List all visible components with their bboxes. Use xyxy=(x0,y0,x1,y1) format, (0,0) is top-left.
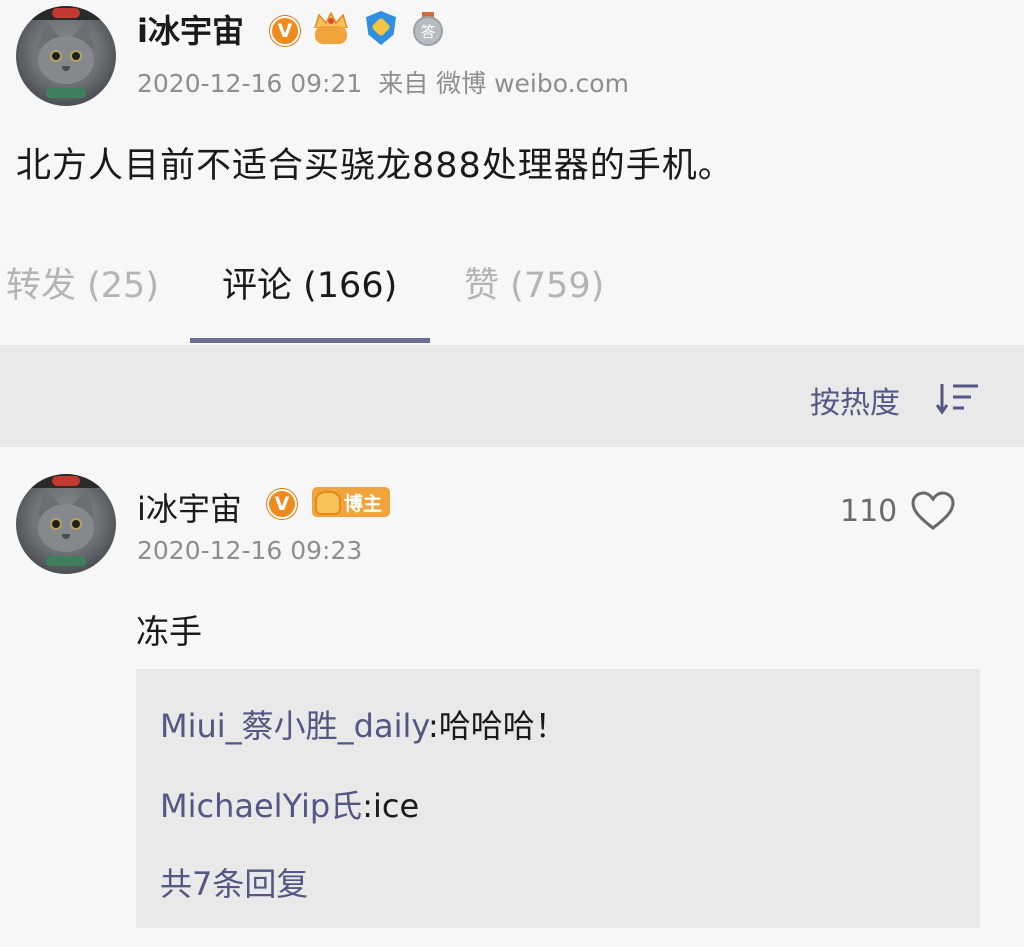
tab-comments[interactable]: 评论 (166) xyxy=(222,257,397,308)
weibo-post-page: i冰宇宙 V 答 2020-12-16 09:21 来自 微博 weibo.co… xyxy=(0,0,1024,947)
shield-badge-icon xyxy=(366,11,396,45)
blogger-tag-label: 博主 xyxy=(344,492,383,515)
sort-desc-icon[interactable] xyxy=(936,381,980,415)
comment-author-name[interactable]: i冰宇宙 xyxy=(137,484,242,530)
crown-icon xyxy=(312,487,342,517)
vip-crown-icon xyxy=(313,12,349,44)
post-author-avatar[interactable] xyxy=(16,6,116,106)
reply-preview-box[interactable]: Miui_蔡小胜_daily:哈哈哈！ MichaelYip氏:ice 共7条回… xyxy=(136,669,980,928)
post-time: 2020-12-16 09:21 xyxy=(137,69,363,98)
comment-text: 冻手 xyxy=(136,612,202,651)
comment-timestamp: 2020-12-16 09:23 xyxy=(137,536,363,565)
active-tab-indicator xyxy=(190,338,430,343)
sort-by-hot-button[interactable]: 按热度 xyxy=(810,378,900,422)
verified-icon: V xyxy=(267,489,297,519)
post-card: i冰宇宙 V 答 2020-12-16 09:21 来自 微博 weibo.co… xyxy=(0,0,1024,345)
post-source: 来自 微博 weibo.com xyxy=(378,69,629,98)
verified-icon: V xyxy=(270,16,300,46)
heart-icon[interactable] xyxy=(910,490,956,532)
reply-user[interactable]: Miui_蔡小胜_daily xyxy=(160,707,428,745)
tab-reposts[interactable]: 转发 (25) xyxy=(6,257,159,308)
view-all-replies-link[interactable]: 共7条回复 xyxy=(160,859,308,905)
reply-text: :哈哈哈！ xyxy=(428,707,567,745)
post-author-name[interactable]: i冰宇宙 xyxy=(137,6,244,52)
post-content: 北方人目前不适合买骁龙888处理器的手机。 xyxy=(16,146,734,186)
reply-user[interactable]: MichaelYip氏 xyxy=(160,787,362,825)
blogger-tag: 博主 xyxy=(312,487,391,517)
reply-item[interactable]: MichaelYip氏:ice xyxy=(160,781,419,827)
reply-text: :ice xyxy=(362,787,420,825)
post-timestamp: 2020-12-16 09:21 来自 微博 weibo.com xyxy=(137,64,629,100)
reply-item[interactable]: Miui_蔡小胜_daily:哈哈哈！ xyxy=(160,701,567,747)
tab-likes[interactable]: 赞 (759) xyxy=(464,257,604,308)
comment-author-avatar[interactable] xyxy=(16,474,116,574)
comment-like-count: 110 xyxy=(840,494,898,529)
medal-badge-icon: 答 xyxy=(413,12,443,46)
